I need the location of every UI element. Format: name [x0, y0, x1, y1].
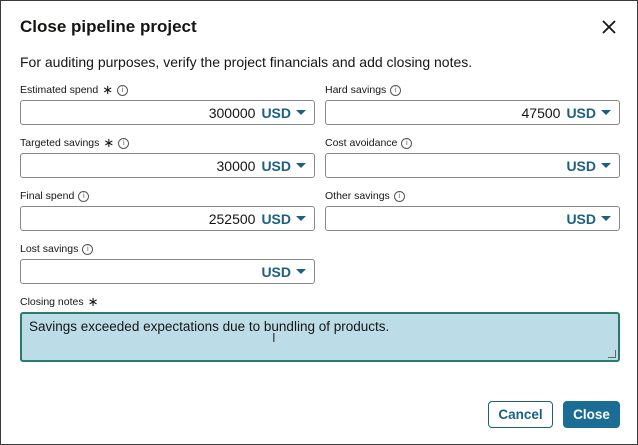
- targeted-savings-label: Targeted savings ∗ i: [20, 135, 130, 150]
- estimated-spend-value[interactable]: 300000: [21, 105, 261, 121]
- text-cursor-icon: I: [272, 330, 276, 345]
- closing-notes-value[interactable]: Savings exceeded expectations due to bun…: [29, 319, 389, 334]
- resize-handle-icon[interactable]: [608, 350, 616, 358]
- other-savings-field[interactable]: USD: [325, 206, 620, 231]
- cost-avoidance-label: Cost avoidance i: [325, 137, 413, 149]
- required-icon: ∗: [87, 294, 99, 309]
- info-icon[interactable]: i: [117, 84, 129, 96]
- cost-avoidance-field[interactable]: USD: [325, 153, 620, 178]
- targeted-savings-field[interactable]: 30000 USD: [20, 153, 315, 178]
- info-icon[interactable]: i: [78, 190, 90, 202]
- cancel-button[interactable]: Cancel: [488, 401, 553, 428]
- targeted-savings-value[interactable]: 30000: [21, 158, 261, 174]
- close-button[interactable]: Close: [563, 401, 620, 428]
- hard-savings-field[interactable]: 47500 USD: [325, 100, 620, 125]
- hard-savings-currency-select[interactable]: USD: [566, 105, 619, 121]
- info-icon[interactable]: i: [118, 137, 130, 149]
- closing-notes-label: Closing notes ∗: [20, 294, 99, 309]
- final-spend-field[interactable]: 252500 USD: [20, 206, 315, 231]
- info-icon[interactable]: i: [401, 137, 413, 149]
- final-spend-value[interactable]: 252500: [21, 211, 261, 227]
- closing-notes-textarea[interactable]: Savings exceeded expectations due to bun…: [20, 312, 620, 362]
- chevron-down-icon: [296, 110, 306, 115]
- close-project-dialog: Close pipeline project For auditing purp…: [0, 0, 638, 445]
- estimated-spend-label: Estimated spend ∗ i: [20, 82, 129, 97]
- targeted-savings-currency-select[interactable]: USD: [261, 158, 314, 174]
- info-icon[interactable]: i: [393, 190, 405, 202]
- estimated-spend-field[interactable]: 300000 USD: [20, 100, 315, 125]
- lost-savings-field[interactable]: USD: [20, 259, 315, 284]
- other-savings-currency-select[interactable]: USD: [566, 211, 619, 227]
- final-spend-label: Final spend i: [20, 190, 90, 202]
- close-icon[interactable]: [599, 17, 619, 37]
- chevron-down-icon: [296, 163, 306, 168]
- lost-savings-label: Lost savings i: [20, 243, 94, 255]
- cost-avoidance-currency-select[interactable]: USD: [566, 158, 619, 174]
- lost-savings-currency-select[interactable]: USD: [261, 264, 314, 280]
- info-icon[interactable]: i: [82, 243, 94, 255]
- chevron-down-icon: [601, 216, 611, 221]
- estimated-spend-currency-select[interactable]: USD: [261, 105, 314, 121]
- dialog-subtitle: For auditing purposes, verify the projec…: [20, 54, 473, 70]
- dialog-title: Close pipeline project: [20, 17, 197, 36]
- chevron-down-icon: [601, 110, 611, 115]
- final-spend-currency-select[interactable]: USD: [261, 211, 314, 227]
- required-icon: ∗: [103, 135, 115, 150]
- chevron-down-icon: [296, 269, 306, 274]
- info-icon[interactable]: i: [390, 84, 402, 96]
- hard-savings-label: Hard savings i: [325, 84, 402, 96]
- other-savings-label: Other savings i: [325, 190, 405, 202]
- chevron-down-icon: [296, 216, 306, 221]
- hard-savings-value[interactable]: 47500: [326, 105, 566, 121]
- chevron-down-icon: [601, 163, 611, 168]
- required-icon: ∗: [102, 82, 114, 97]
